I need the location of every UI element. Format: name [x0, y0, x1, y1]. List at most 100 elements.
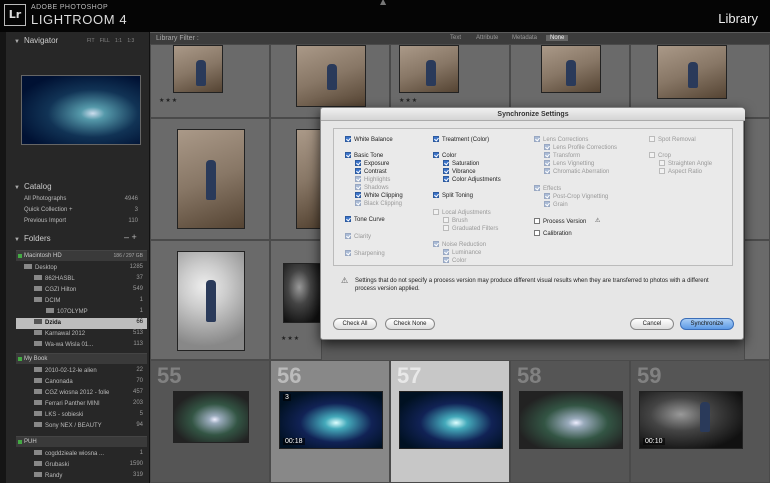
filter-metadata[interactable]: Metadata: [512, 35, 537, 41]
navigator-preview[interactable]: [21, 75, 141, 145]
folder-item[interactable]: LKS - sobieski 5: [16, 410, 147, 421]
checkbox-clarity[interactable]: Clarity: [345, 233, 371, 241]
photo-thumbnail[interactable]: [173, 45, 223, 93]
folder-item[interactable]: CGZ wiosna 2012 - folie 457: [16, 388, 147, 399]
photo-thumbnail[interactable]: [399, 391, 503, 449]
folder-item[interactable]: Grubaski 1590: [16, 460, 147, 471]
checkbox-contrast[interactable]: Contrast: [355, 168, 387, 176]
module-library[interactable]: Library: [718, 11, 758, 26]
checkbox-graduated-filters[interactable]: Graduated Filters: [443, 225, 498, 233]
navigator-zoom-options[interactable]: FIT FILL 1:1 1:3: [87, 38, 134, 44]
folder-item[interactable]: Randy 319: [16, 471, 147, 482]
grid-cell[interactable]: [744, 240, 770, 360]
folder-item[interactable]: Wa-wa Wisla 01... 113: [16, 340, 147, 351]
checkbox-sharpening[interactable]: Sharpening: [345, 250, 385, 258]
catalog-item-all-photographs[interactable]: All Photographs 4946: [24, 196, 142, 207]
checkbox-treatment-color[interactable]: Treatment (Color): [433, 136, 489, 144]
photo-thumbnail[interactable]: [177, 129, 245, 229]
filter-none[interactable]: None: [546, 35, 569, 41]
grid-cell[interactable]: [744, 118, 770, 240]
photo-thumbnail[interactable]: [519, 391, 623, 449]
filter-text[interactable]: Text: [450, 35, 461, 41]
drive-my-book[interactable]: My Book: [16, 353, 147, 364]
photo-thumbnail[interactable]: [399, 45, 459, 93]
checkbox-shadows[interactable]: Shadows: [355, 184, 389, 192]
drive-puh[interactable]: PUH: [16, 436, 147, 447]
folder-item-selected[interactable]: Dzida 66: [16, 318, 147, 329]
checkbox-lens-corrections[interactable]: Lens Corrections: [534, 136, 588, 144]
cancel-button[interactable]: Cancel: [630, 318, 674, 330]
check-none-button[interactable]: Check None: [385, 318, 435, 330]
checkbox-basic-tone[interactable]: Basic Tone: [345, 152, 383, 160]
checkbox-white-clipping[interactable]: White Clipping: [355, 192, 403, 200]
grid-cell[interactable]: 59 00:10: [630, 360, 770, 483]
star-rating[interactable]: ★★★: [281, 335, 300, 342]
grid-cell[interactable]: [150, 240, 270, 360]
folder-item[interactable]: DCIM 1: [16, 296, 147, 307]
checkbox-luminance[interactable]: Luminance: [443, 249, 481, 257]
checkbox-split-toning[interactable]: Split Toning: [433, 192, 473, 200]
checkbox-noise-color[interactable]: Color: [443, 257, 466, 265]
checkbox-post-crop-vignetting[interactable]: Post-Crop Vignetting: [544, 193, 608, 201]
star-rating[interactable]: ★★★: [399, 97, 418, 104]
checkbox-black-clipping[interactable]: Black Clipping: [355, 200, 402, 208]
checkbox-brush[interactable]: Brush: [443, 217, 468, 225]
checkbox-tone-curve[interactable]: Tone Curve: [345, 216, 385, 224]
folder-item[interactable]: Karnawal 2012 513: [16, 329, 147, 340]
drive-macintosh-hd[interactable]: Macintosh HD 186 / 297 GB: [16, 250, 147, 261]
checkbox-aspect-ratio[interactable]: Aspect Ratio: [659, 168, 702, 176]
grid-cell[interactable]: 55: [150, 360, 270, 483]
checkbox-effects[interactable]: Effects: [534, 185, 561, 193]
checkbox-noise-reduction[interactable]: Noise Reduction: [433, 241, 486, 249]
navigator-header[interactable]: ▼ Navigator: [14, 36, 58, 45]
checkbox-lens-profile-corrections[interactable]: Lens Profile Corrections: [544, 144, 617, 152]
checkbox-white-balance[interactable]: White Balance: [345, 136, 393, 144]
folder-item[interactable]: Canonada 70: [16, 377, 147, 388]
grid-cell[interactable]: 56 3 00:18: [270, 360, 390, 483]
folder-item[interactable]: 862HASBL 37: [16, 274, 147, 285]
checkbox-transform[interactable]: Transform: [544, 152, 580, 160]
top-panel-toggle-icon[interactable]: ▲: [380, 0, 386, 6]
folder-item[interactable]: Desktop 1285: [16, 263, 147, 274]
folders-header[interactable]: ▼ Folders: [14, 234, 51, 243]
checkbox-process-version[interactable]: Process Version: [534, 218, 586, 226]
star-rating[interactable]: ★★★: [159, 97, 178, 104]
photo-thumbnail[interactable]: [177, 251, 245, 351]
folder-item[interactable]: CGZI Hilton 549: [16, 285, 147, 296]
folder-item[interactable]: Ferrari Panther MINI 203: [16, 399, 147, 410]
checkbox-calibration[interactable]: Calibration: [534, 230, 572, 238]
grid-cell[interactable]: ★★★: [150, 44, 270, 118]
filter-attribute[interactable]: Attribute: [476, 35, 498, 41]
grid-cell[interactable]: 58: [510, 360, 630, 483]
check-all-button[interactable]: Check All: [333, 318, 377, 330]
folder-add-remove-controls[interactable]: – +: [124, 232, 137, 242]
checkbox-spot-removal[interactable]: Spot Removal: [649, 136, 696, 144]
checkbox-color[interactable]: Color: [433, 152, 456, 160]
checkbox-color-adjustments[interactable]: Color Adjustments: [443, 176, 501, 184]
grid-cell[interactable]: ★★★: [270, 240, 322, 360]
photo-thumbnail[interactable]: [541, 45, 601, 93]
left-panel-edge[interactable]: [0, 32, 6, 483]
folder-item[interactable]: cogddzieale wiosna ... 1: [16, 449, 147, 460]
checkbox-vibrance[interactable]: Vibrance: [443, 168, 476, 176]
catalog-header[interactable]: ▼ Catalog: [14, 182, 52, 191]
grid-cell[interactable]: [270, 118, 322, 240]
photo-thumbnail[interactable]: [283, 263, 321, 323]
catalog-item-previous-import[interactable]: Previous Import 110: [24, 218, 142, 229]
checkbox-grain[interactable]: Grain: [544, 201, 568, 209]
catalog-item-quick-collection[interactable]: Quick Collection + 3: [24, 207, 142, 218]
synchronize-button[interactable]: Synchronize: [680, 318, 734, 330]
checkbox-saturation[interactable]: Saturation: [443, 160, 479, 168]
checkbox-crop[interactable]: Crop: [649, 152, 671, 160]
checkbox-lens-vignetting[interactable]: Lens Vignetting: [544, 160, 594, 168]
photo-thumbnail[interactable]: [657, 45, 727, 99]
folder-item[interactable]: 2010-02-12-le alien 22: [16, 366, 147, 377]
checkbox-straighten-angle[interactable]: Straighten Angle: [659, 160, 712, 168]
grid-cell[interactable]: [150, 118, 270, 240]
checkbox-chromatic-aberration[interactable]: Chromatic Aberration: [544, 168, 609, 176]
photo-thumbnail[interactable]: [173, 391, 249, 443]
folder-item[interactable]: 107OLYMP 1: [16, 307, 147, 318]
grid-cell-selected[interactable]: 57: [390, 360, 510, 483]
checkbox-exposure[interactable]: Exposure: [355, 160, 389, 168]
photo-thumbnail[interactable]: [296, 129, 321, 229]
